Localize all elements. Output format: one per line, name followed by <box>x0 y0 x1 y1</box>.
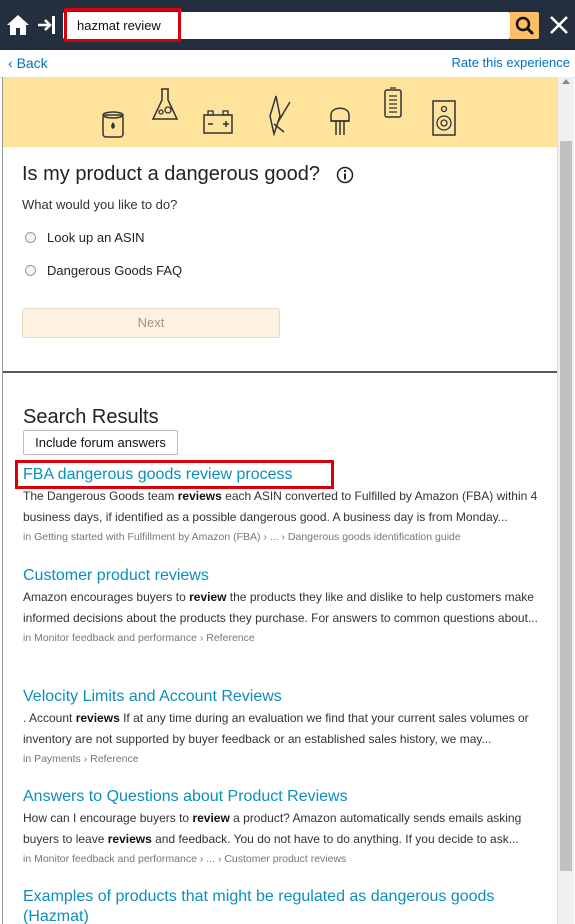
snippet-keyword: review <box>189 590 227 604</box>
next-button[interactable]: Next <box>22 308 280 338</box>
pocket-knife-icon <box>269 95 291 136</box>
snippet-keyword: reviews <box>75 711 120 725</box>
question-title: Is my product a dangerous good? <box>22 163 320 185</box>
radio-button[interactable] <box>25 231 36 243</box>
back-label: Back <box>16 55 48 71</box>
section-divider <box>3 371 558 373</box>
info-icon[interactable] <box>336 166 354 184</box>
snippet-keyword: reviews <box>177 489 222 503</box>
scrollbar[interactable] <box>557 77 574 924</box>
result-title-link[interactable]: Answers to Questions about Product Revie… <box>23 787 541 807</box>
question-prompt: What would you like to do? <box>22 197 178 212</box>
result-title-link[interactable]: Customer product reviews <box>23 566 541 586</box>
nav-row: ‹ Back Rate this experience <box>0 50 575 78</box>
result-title-link[interactable]: Velocity Limits and Account Reviews <box>23 687 541 707</box>
search-button[interactable] <box>510 12 539 39</box>
close-icon[interactable] <box>548 13 570 37</box>
scrollbar-thumb[interactable] <box>560 141 572 871</box>
snippet-text: How can I encourage buyers to <box>23 811 193 825</box>
search-icon <box>515 16 534 35</box>
radio-option-dg-faq[interactable]: Dangerous Goods FAQ <box>25 260 182 280</box>
result-snippet: The Dangerous Goods team reviews each AS… <box>23 486 541 528</box>
snippet-text: . Account <box>23 711 76 725</box>
search-result: Customer product reviews Amazon encourag… <box>23 566 541 646</box>
search-result: Velocity Limits and Account Reviews . Ac… <box>23 687 541 767</box>
rate-experience-link[interactable]: Rate this experience <box>451 55 570 70</box>
search-results-title: Search Results <box>23 406 159 428</box>
bulb-icon <box>330 107 350 135</box>
expand-panel-icon[interactable] <box>36 14 58 36</box>
radio-label: Dangerous Goods FAQ <box>47 262 183 278</box>
result-breadcrumb: in Monitor feedback and performance › Re… <box>23 632 255 644</box>
battery-icon <box>203 110 233 134</box>
radio-button[interactable] <box>25 264 36 276</box>
snippet-text: The Dangerous Goods team <box>23 489 178 503</box>
result-breadcrumb: in Payments › Reference <box>23 753 139 765</box>
snippet-keyword: review <box>192 811 230 825</box>
search-result: Examples of products that might be regul… <box>23 887 541 924</box>
radio-label: Look up an ASIN <box>47 229 145 245</box>
home-icon[interactable] <box>6 13 30 37</box>
result-snippet: . Account reviews If at any time during … <box>23 708 541 750</box>
scroll-up-icon[interactable] <box>562 79 570 84</box>
result-highlight-box <box>15 460 334 489</box>
flask-icon <box>151 88 179 120</box>
search-highlight-box <box>64 8 181 42</box>
snippet-text: and feedback. You do not have to do anyt… <box>151 832 519 846</box>
speaker-icon <box>432 100 456 136</box>
help-content-frame: Is my product a dangerous good? What wou… <box>2 77 558 924</box>
dangerous-goods-banner <box>3 77 558 147</box>
back-link[interactable]: ‹ Back <box>8 55 48 71</box>
search-result: Answers to Questions about Product Revie… <box>23 787 541 867</box>
radio-option-lookup-asin[interactable]: Look up an ASIN <box>25 227 145 247</box>
result-breadcrumb: in Monitor feedback and performance › ..… <box>23 853 347 865</box>
result-snippet: How can I encourage buyers to review a p… <box>23 808 541 850</box>
result-breadcrumb: in Getting started with Fulfillment by A… <box>23 531 461 543</box>
oil-can-icon <box>102 111 124 138</box>
result-snippet: Amazon encourages buyers to review the p… <box>23 587 541 629</box>
include-forum-answers-button[interactable]: Include forum answers <box>23 430 178 455</box>
power-bank-icon <box>384 87 402 118</box>
snippet-text: Amazon encourages buyers to <box>23 590 190 604</box>
snippet-keyword: reviews <box>107 832 152 846</box>
result-title-link[interactable]: Examples of products that might be regul… <box>23 887 541 924</box>
